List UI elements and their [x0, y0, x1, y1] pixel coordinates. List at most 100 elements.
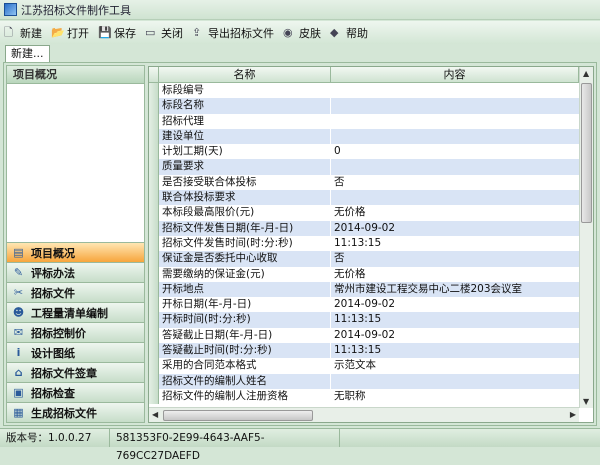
- row-indicator[interactable]: [149, 220, 159, 236]
- toolbar-help-book-button[interactable]: ◆ 帮助: [330, 25, 368, 41]
- cell-name: 开标时间(时:分:秒): [159, 312, 331, 328]
- table-row[interactable]: 招标代理: [149, 113, 579, 129]
- main-area: 项目概况 ▤ 项目概况 ✎ 评标办法 ✂ 招标文件 ☻ 工程量清单编制 ✉ 招标控制价 i 设计图纸 ⌂…: [3, 62, 597, 426]
- table-row[interactable]: 招标文件的编制人姓名: [149, 373, 579, 389]
- property-grid: 名称 内容 标段编号 标段名称 招标代理 建设单位 计划工期(天) 0 质量要求 是否接受联合…: [148, 66, 594, 423]
- cell-value[interactable]: 无职称: [331, 389, 579, 404]
- scroll-up-icon[interactable]: ▲: [583, 69, 589, 78]
- tab-new[interactable]: 新建...: [5, 45, 50, 62]
- row-indicator[interactable]: [149, 190, 159, 206]
- table-row[interactable]: 招标文件的编制人注册资格 无职称: [149, 388, 579, 405]
- cell-value[interactable]: 无价格: [331, 205, 579, 220]
- cell-value[interactable]: 2014-09-02: [331, 297, 579, 312]
- cell-value[interactable]: 否: [331, 175, 579, 190]
- table-row[interactable]: 联合体投标要求: [149, 190, 579, 206]
- table-row[interactable]: 招标文件发售日期(年-月-日) 2014-09-02: [149, 220, 579, 236]
- row-indicator[interactable]: [149, 98, 159, 114]
- row-indicator[interactable]: [149, 174, 159, 191]
- nav-item-8[interactable]: ▦ 生成招标文件: [7, 402, 144, 422]
- cell-value[interactable]: [331, 98, 579, 113]
- table-row[interactable]: 标段编号: [149, 83, 579, 99]
- toolbar-skin-button[interactable]: ◉ 皮肤: [283, 25, 321, 41]
- cell-value[interactable]: 11:13:15: [331, 343, 579, 358]
- row-indicator[interactable]: [149, 388, 159, 405]
- nav-item-0[interactable]: ▤ 项目概况: [7, 242, 144, 262]
- toolbar-close-file-button[interactable]: ▭ 关闭: [145, 25, 183, 41]
- nav-item-1[interactable]: ✎ 评标办法: [7, 262, 144, 282]
- export-icon: ⇪: [192, 26, 202, 39]
- table-row[interactable]: 开标地点 常州市建设工程交易中心二楼203会议室: [149, 281, 579, 298]
- cell-value[interactable]: 否: [331, 251, 579, 266]
- cell-value[interactable]: 示范文本: [331, 358, 579, 373]
- toolbar-export-button[interactable]: ⇪ 导出招标文件: [192, 25, 274, 41]
- table-row[interactable]: 需要缴纳的保证金(元) 无价格: [149, 266, 579, 282]
- column-header-content[interactable]: 内容: [331, 67, 579, 82]
- table-row[interactable]: 是否接受联合体投标否: [149, 174, 579, 191]
- cell-value[interactable]: 无价格: [331, 267, 579, 282]
- nav-item-7[interactable]: ▣ 招标检查: [7, 382, 144, 402]
- table-row[interactable]: 答疑截止时间(时:分:秒) 11:13:15: [149, 343, 579, 359]
- row-indicator[interactable]: [149, 251, 159, 267]
- table-row[interactable]: 计划工期(天) 0: [149, 144, 579, 160]
- cell-value[interactable]: 常州市建设工程交易中心二楼203会议室: [331, 282, 579, 297]
- help-book-icon: ◆: [330, 26, 339, 39]
- toolbar-save-button[interactable]: 💾 保存: [98, 25, 136, 41]
- table-row[interactable]: 建设单位: [149, 128, 579, 145]
- table-row[interactable]: 标段名称: [149, 98, 579, 114]
- table-row[interactable]: 招标文件发售时间(时:分:秒) 11:13:15: [149, 235, 579, 252]
- row-indicator[interactable]: [149, 343, 159, 359]
- scroll-right-icon[interactable]: ▶: [570, 410, 576, 419]
- row-indicator[interactable]: [149, 373, 159, 389]
- row-indicator[interactable]: [149, 266, 159, 282]
- horizontal-scroll-thumb[interactable]: [163, 410, 313, 421]
- toolbar-open-folder-button[interactable]: 📂 打开: [51, 25, 89, 41]
- horizontal-scrollbar[interactable]: ◀ ▶: [149, 407, 579, 422]
- table-row[interactable]: 答疑截止日期(年-月-日) 2014-09-02: [149, 327, 579, 344]
- form-icon: ▦: [13, 406, 24, 419]
- nav-item-2[interactable]: ✂ 招标文件: [7, 282, 144, 302]
- scroll-down-icon[interactable]: ▼: [583, 397, 589, 406]
- table-row[interactable]: 质量要求: [149, 159, 579, 175]
- row-indicator[interactable]: [149, 235, 159, 252]
- row-indicator[interactable]: [149, 113, 159, 129]
- row-indicator[interactable]: [149, 159, 159, 175]
- toolbar-new-file-button[interactable]: 🗋 新建: [4, 25, 42, 41]
- row-indicator[interactable]: [149, 83, 159, 99]
- table-row[interactable]: 保证金是否委托中心收取否: [149, 251, 579, 267]
- table-row[interactable]: 采用的合同范本格式 示范文本: [149, 358, 579, 374]
- nav-item-3[interactable]: ☻ 工程量清单编制: [7, 302, 144, 322]
- cell-name: 招标文件的编制人姓名: [159, 373, 331, 389]
- nav-item-5[interactable]: i 设计图纸: [7, 342, 144, 362]
- table-row[interactable]: 本标段最高限价(元) 无价格: [149, 205, 579, 221]
- cell-value[interactable]: [331, 159, 579, 174]
- row-indicator[interactable]: [149, 281, 159, 298]
- row-indicator[interactable]: [149, 144, 159, 160]
- cell-value[interactable]: 0: [331, 144, 579, 159]
- nav-item-4[interactable]: ✉ 招标控制价: [7, 322, 144, 342]
- row-indicator[interactable]: [149, 128, 159, 145]
- row-indicator[interactable]: [149, 327, 159, 344]
- cell-value[interactable]: [331, 83, 579, 98]
- cell-value[interactable]: 2014-09-02: [331, 328, 579, 343]
- cell-value[interactable]: 11:13:15: [331, 236, 579, 251]
- row-indicator[interactable]: [149, 297, 159, 313]
- row-indicator[interactable]: [149, 312, 159, 328]
- cell-value[interactable]: [331, 374, 579, 389]
- vertical-scrollbar[interactable]: ▲ ▼: [579, 67, 593, 408]
- scroll-left-icon[interactable]: ◀: [152, 410, 158, 419]
- nav-item-6[interactable]: ⌂ 招标文件签章: [7, 362, 144, 382]
- toolbar-label: 帮助: [346, 26, 368, 40]
- toolbar-label: 打开: [67, 26, 89, 40]
- table-row[interactable]: 开标时间(时:分:秒) 11:13:15: [149, 312, 579, 328]
- table-row[interactable]: 开标日期(年-月-日) 2014-09-02: [149, 297, 579, 313]
- cell-name: 招标文件的编制人注册资格: [159, 388, 331, 405]
- cell-value[interactable]: [331, 129, 579, 144]
- cell-value[interactable]: 2014-09-02: [331, 221, 579, 236]
- row-indicator[interactable]: [149, 358, 159, 374]
- cell-value[interactable]: [331, 114, 579, 129]
- row-indicator[interactable]: [149, 205, 159, 221]
- cell-value[interactable]: 11:13:15: [331, 312, 579, 327]
- vertical-scroll-thumb[interactable]: [581, 83, 592, 223]
- column-header-name[interactable]: 名称: [159, 67, 331, 82]
- cell-value[interactable]: [331, 190, 579, 205]
